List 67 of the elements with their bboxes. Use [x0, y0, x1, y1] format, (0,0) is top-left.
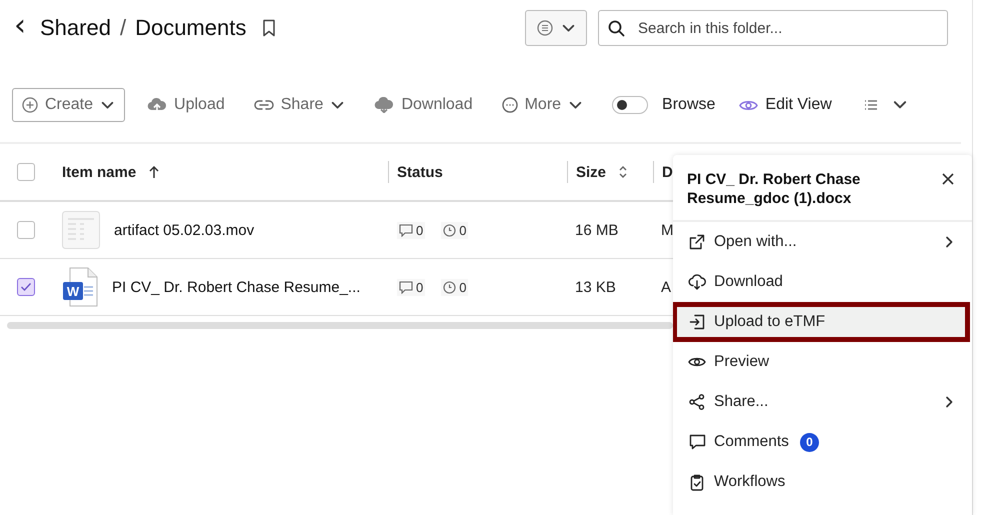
- sort-icon[interactable]: [618, 165, 628, 179]
- comment-icon: [399, 224, 413, 236]
- check-icon: [20, 282, 32, 292]
- breadcrumb-link[interactable]: Shared: [40, 15, 111, 41]
- cloud-upload-icon: [147, 97, 168, 113]
- task-count: 0: [441, 278, 468, 296]
- comment-icon: [399, 280, 413, 294]
- table-cell-text: A: [660, 278, 672, 296]
- share-icon: [689, 394, 705, 410]
- list-circle-icon: [536, 20, 552, 36]
- toggle-switch[interactable]: [612, 96, 648, 114]
- column-header[interactable]: Status: [397, 164, 443, 180]
- file-name[interactable]: artifact 05.02.03.mov: [114, 222, 254, 238]
- table-cell-text: M: [660, 222, 674, 238]
- more-icon: [502, 97, 518, 113]
- plus-circle-icon: [22, 97, 38, 113]
- sort-up-icon[interactable]: [148, 165, 160, 179]
- create-button[interactable]: Create: [12, 88, 126, 122]
- comment-icon: [688, 434, 706, 450]
- clock-icon: [443, 280, 456, 294]
- cloud-download-icon: [688, 274, 706, 290]
- breadcrumb-separator: /: [120, 15, 126, 41]
- more-button[interactable]: More: [502, 96, 584, 114]
- upload-button[interactable]: Upload: [147, 96, 225, 114]
- size-cell-text: 13 KB: [574, 278, 616, 296]
- close-icon: [942, 173, 954, 185]
- breadcrumb-current: Documents: [135, 15, 246, 41]
- bookmark-icon[interactable]: [262, 19, 276, 37]
- task-count: 0: [441, 222, 468, 238]
- external-link-icon: [689, 234, 705, 250]
- menu-item[interactable]: Download: [673, 262, 972, 302]
- edit-view-button[interactable]: Edit View: [739, 96, 832, 114]
- menu-item[interactable]: Open with...: [673, 222, 972, 262]
- share-button[interactable]: Share: [254, 96, 346, 114]
- toggle-label: Browse: [662, 96, 716, 114]
- view-dropdown-button[interactable]: [525, 10, 587, 46]
- comment-count: 0: [397, 222, 426, 238]
- column-header[interactable]: Item name: [62, 164, 136, 180]
- comment-count: 0: [397, 278, 426, 296]
- checkbox[interactable]: [17, 221, 35, 239]
- download-button[interactable]: Download: [374, 96, 473, 114]
- menu-item[interactable]: Comments 0: [673, 422, 972, 462]
- clipboard-icon: [690, 474, 704, 490]
- list-icon: [864, 99, 878, 111]
- link-icon: [254, 98, 274, 112]
- count-badge: 0: [800, 432, 819, 452]
- column-header[interactable]: Size: [576, 164, 606, 180]
- file-thumbnail: [62, 211, 100, 249]
- menu-item[interactable]: Preview: [673, 342, 972, 382]
- column-header[interactable]: D: [662, 164, 673, 180]
- scrollbar[interactable]: [7, 322, 673, 329]
- eye-icon: [739, 98, 758, 112]
- eye-icon: [688, 355, 706, 369]
- cloud-download-icon: [374, 97, 394, 113]
- menu-item[interactable]: Workflows: [673, 462, 972, 502]
- search-field[interactable]: Search in this folder...: [598, 10, 948, 46]
- import-icon: [689, 314, 705, 330]
- search-icon: [608, 20, 625, 37]
- clock-icon: [443, 224, 456, 236]
- menu-item[interactable]: Upload to eTMF: [673, 302, 970, 342]
- back-button[interactable]: ‹: [12, 11, 40, 45]
- file-name[interactable]: PI CV_ Dr. Robert Chase Resume_...: [112, 278, 360, 296]
- checkbox[interactable]: [17, 278, 35, 296]
- menu-item[interactable]: Share...: [673, 382, 972, 422]
- menu-title: PI CV_ Dr. Robert Chase Resume_gdoc (1).docx: [687, 170, 862, 208]
- size-cell-text: 16 MB: [574, 222, 618, 238]
- checkbox[interactable]: [17, 163, 35, 181]
